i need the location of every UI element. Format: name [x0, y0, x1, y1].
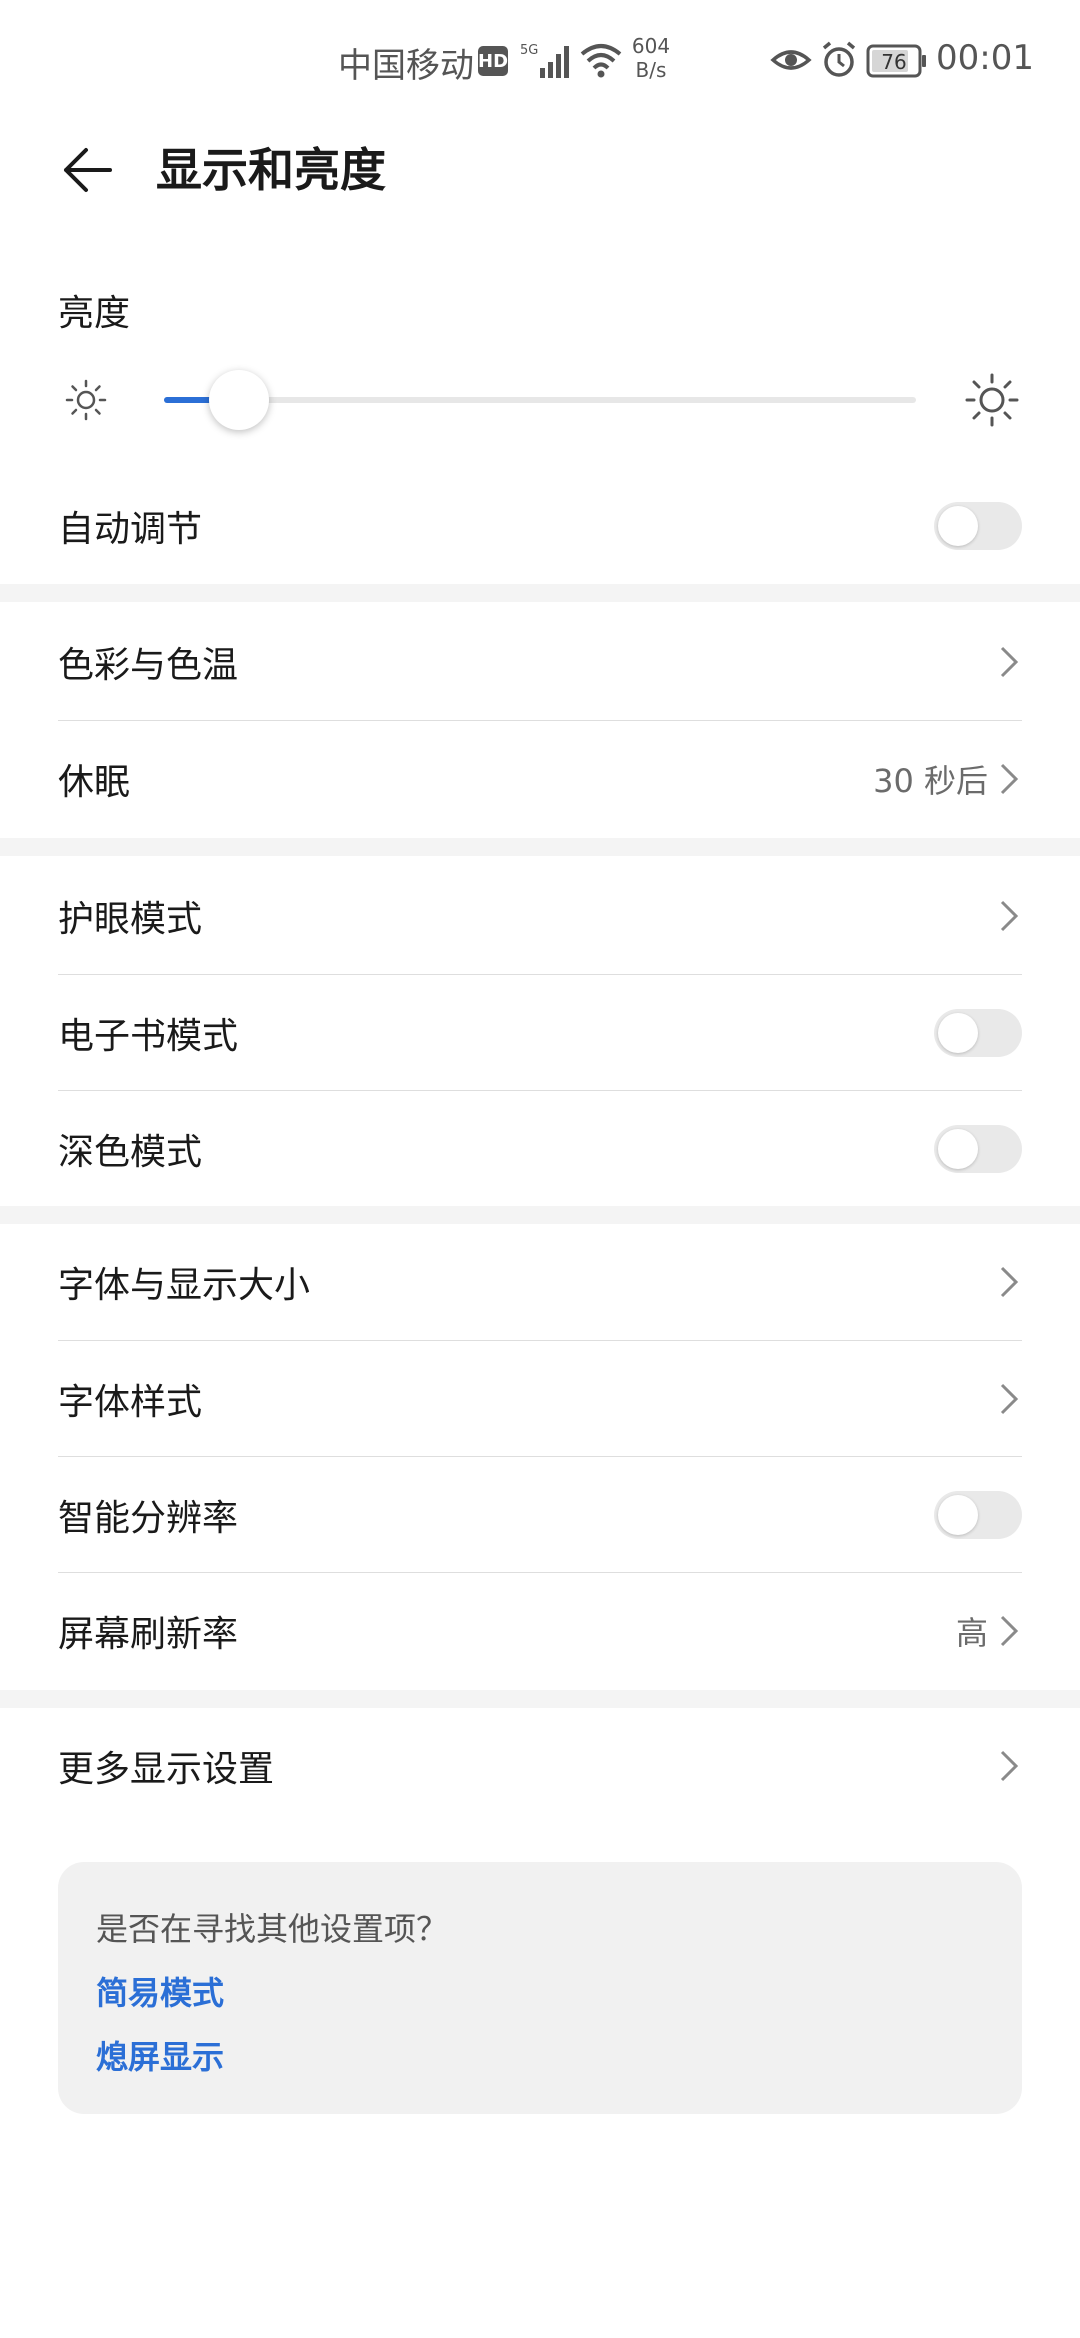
wifi-icon [580, 44, 622, 78]
chevron-right-icon [1000, 763, 1019, 795]
ebook-mode-label: 电子书模式 [58, 1016, 239, 1057]
auto-adjust-row: 自动调节 [58, 468, 1022, 584]
section-gap [0, 838, 1080, 856]
auto-adjust-toggle[interactable] [934, 502, 1022, 550]
chevron-right-icon [1000, 646, 1019, 678]
toggle-knob [938, 506, 978, 546]
suggestions-question: 是否在寻找其他设置项？ [96, 1910, 449, 1948]
clock: 00:01 [936, 38, 1034, 78]
network-type: 5G [520, 43, 538, 58]
font-display-size-row[interactable]: 字体与显示大小 [58, 1224, 1022, 1340]
font-display-size-label: 字体与显示大小 [58, 1265, 311, 1306]
chevron-right-icon [1000, 1615, 1019, 1647]
dark-mode-row: 深色模式 [58, 1091, 1022, 1207]
toggle-knob [938, 1495, 978, 1535]
more-display-row[interactable]: 更多显示设置 [58, 1708, 1022, 1824]
eye-comfort-label: 护眼模式 [58, 899, 203, 940]
color-temp-label: 色彩与色温 [58, 645, 239, 686]
alarm-icon [822, 41, 856, 77]
speed-value: 604 [631, 34, 671, 58]
brightness-high-icon [965, 373, 1019, 427]
eye-comfort-row[interactable]: 护眼模式 [58, 858, 1022, 974]
brightness-label: 亮度 [58, 293, 131, 334]
auto-adjust-label: 自动调节 [58, 509, 203, 550]
brightness-slider[interactable] [164, 397, 916, 403]
more-display-label: 更多显示设置 [58, 1749, 275, 1790]
dark-mode-toggle[interactable] [934, 1125, 1022, 1173]
chevron-right-icon [1000, 900, 1019, 932]
page-title: 显示和亮度 [156, 143, 386, 197]
toggle-knob [938, 1129, 978, 1169]
sleep-row[interactable]: 休眠 30 秒后 [58, 721, 1022, 837]
sleep-label: 休眠 [58, 762, 131, 803]
chevron-right-icon [1000, 1383, 1019, 1415]
carrier-name: 中国移动 [338, 46, 474, 86]
section-gap [0, 1690, 1080, 1708]
ebook-mode-row: 电子书模式 [58, 975, 1022, 1091]
section-gap [0, 584, 1080, 602]
section-gap [0, 1206, 1080, 1224]
color-temp-row[interactable]: 色彩与色温 [58, 604, 1022, 720]
battery-level: 76 [881, 50, 906, 74]
back-arrow-icon[interactable] [58, 140, 118, 200]
font-style-row[interactable]: 字体样式 [58, 1341, 1022, 1457]
smart-resolution-label: 智能分辨率 [58, 1498, 239, 1539]
hd-badge: HD [478, 46, 508, 76]
brightness-low-icon [65, 379, 107, 421]
chevron-right-icon [1000, 1266, 1019, 1298]
font-style-label: 字体样式 [58, 1382, 203, 1423]
battery-icon: 76 [866, 44, 926, 78]
smart-resolution-toggle[interactable] [934, 1491, 1022, 1539]
status-bar: 中国移动 HD 5G 604 B/s 76 00:01 [0, 0, 1080, 120]
brightness-slider-thumb[interactable] [209, 370, 270, 430]
ebook-mode-toggle[interactable] [934, 1009, 1022, 1057]
refresh-rate-row[interactable]: 屏幕刷新率 高 [58, 1573, 1022, 1689]
always-on-display-link[interactable]: 熄屏显示 [96, 2032, 224, 2078]
toggle-knob [938, 1013, 978, 1053]
network-speed: 604 B/s [628, 34, 674, 82]
sleep-value: 30 秒后 [873, 762, 988, 800]
refresh-rate-label: 屏幕刷新率 [58, 1614, 239, 1655]
simple-mode-link[interactable]: 简易模式 [96, 1968, 224, 2014]
chevron-right-icon [1000, 1750, 1019, 1782]
refresh-rate-value: 高 [955, 1614, 988, 1652]
dark-mode-label: 深色模式 [58, 1132, 203, 1173]
suggestions-card: 是否在寻找其他设置项？ 简易模式 熄屏显示 [58, 1862, 1022, 2114]
eye-icon [770, 50, 812, 70]
speed-unit: B/s [635, 58, 667, 82]
cellular-signal-icon: 5G [520, 43, 569, 78]
smart-resolution-row: 智能分辨率 [58, 1457, 1022, 1573]
